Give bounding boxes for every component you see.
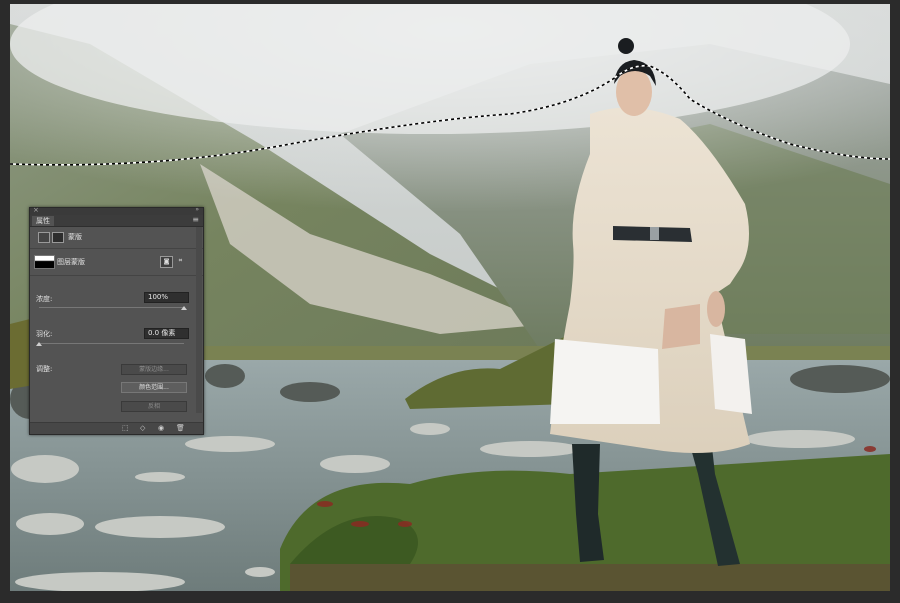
adjust-label: 调整: — [36, 365, 53, 373]
tab-properties[interactable]: 属性 — [32, 216, 54, 226]
density-label: 浓度: — [36, 295, 53, 303]
add-vector-mask-icon[interactable]: ⌗ — [175, 256, 186, 266]
mask-type-row: 蒙版 — [30, 230, 203, 244]
feather-label: 羽化: — [36, 330, 53, 338]
collapse-panel-icon[interactable]: » — [195, 206, 199, 213]
density-slider-handle[interactable] — [181, 306, 187, 310]
layer-mask-label: 图层蒙版 — [57, 258, 85, 266]
layer-mask-row: 图层蒙版 ◙ ⌗ — [30, 253, 203, 271]
mask-thumbnail[interactable] — [34, 255, 55, 269]
panel-title-bar[interactable]: × » — [30, 206, 203, 215]
add-pixel-mask-icon[interactable]: ◙ — [160, 256, 173, 268]
feather-input[interactable]: 0.0 像素 — [144, 328, 189, 339]
mask-type-label: 蒙版 — [68, 233, 82, 241]
apply-mask-icon[interactable]: ◇ — [140, 424, 145, 432]
invert-button[interactable]: 反相 — [121, 401, 187, 412]
density-slider-track[interactable] — [39, 307, 184, 308]
load-selection-icon[interactable]: ⬚ — [122, 424, 129, 432]
panel-bottom-toolbar: ⬚ ◇ ◉ 🗑 — [30, 422, 203, 434]
properties-panel: × » 属性 ≡ 蒙版 图层蒙版 ◙ ⌗ 浓度: 100% 羽化: 0.0 像素… — [29, 206, 204, 435]
color-range-button[interactable]: 颜色范围... — [121, 382, 187, 393]
divider — [30, 248, 203, 249]
mask-edge-button[interactable]: 蒙版边缘... — [121, 364, 187, 375]
panel-scrollbar[interactable] — [196, 227, 202, 413]
pixel-mask-icon[interactable] — [38, 232, 50, 243]
panel-tab-row: 属性 ≡ — [30, 215, 203, 227]
divider — [30, 275, 203, 276]
feather-slider-handle[interactable] — [36, 342, 42, 346]
density-input[interactable]: 100% — [144, 292, 189, 303]
panel-menu-icon[interactable]: ≡ — [192, 215, 199, 225]
close-panel-icon[interactable]: × — [33, 206, 39, 214]
eye-icon[interactable]: ◉ — [158, 424, 164, 432]
vector-mask-icon[interactable] — [52, 232, 64, 243]
feather-slider-track[interactable] — [39, 343, 184, 344]
trash-icon[interactable]: 🗑 — [176, 424, 185, 432]
